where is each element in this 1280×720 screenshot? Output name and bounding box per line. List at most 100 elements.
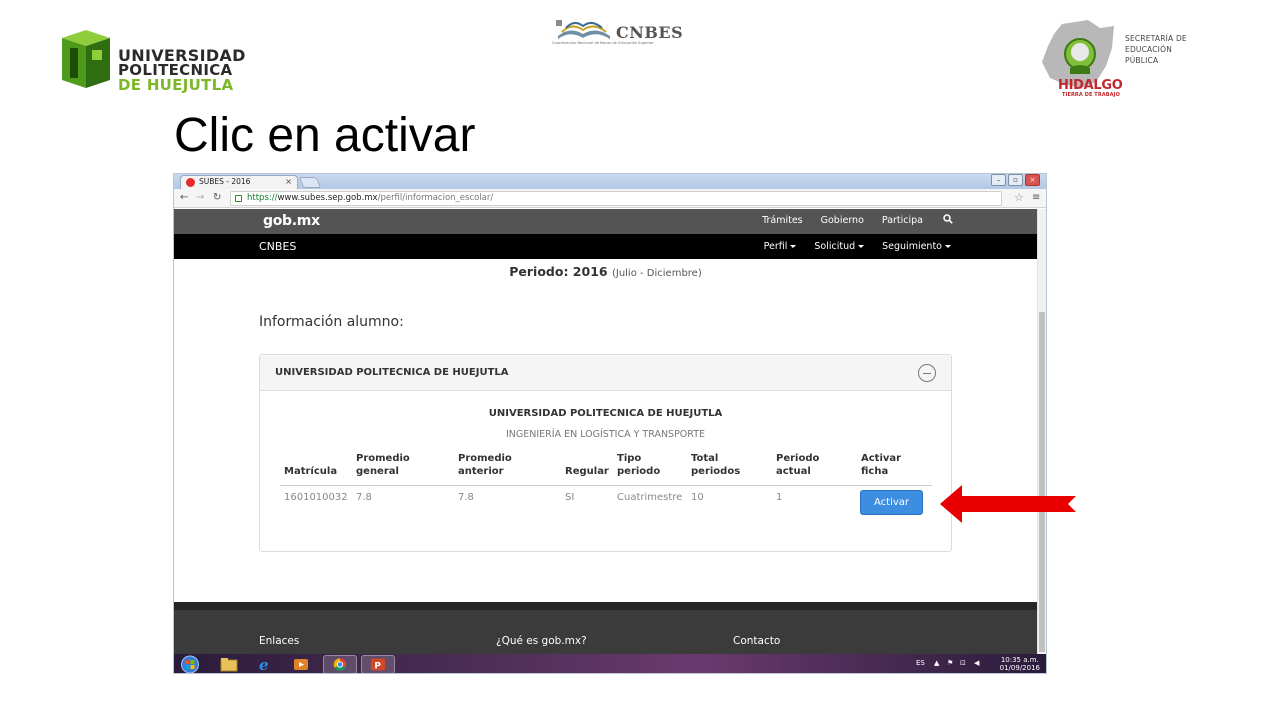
bookmark-star-icon[interactable]: ☆ — [1014, 191, 1024, 204]
chrome-icon[interactable] — [323, 655, 357, 674]
col-header-line2: general — [356, 466, 399, 477]
network-icon[interactable]: ⊡ — [960, 659, 966, 667]
new-tab-button[interactable] — [298, 177, 322, 188]
internet-explorer-icon[interactable]: e — [250, 655, 280, 674]
back-arrow-icon[interactable]: ← — [180, 192, 188, 204]
col-header-tipo-periodo: Tipo periodo — [617, 452, 660, 478]
red-pointer-arrow — [940, 485, 1076, 523]
cell-regular: SI — [565, 492, 575, 503]
col-header-total-periodos: Total periodos — [691, 452, 740, 478]
tab-close-icon[interactable]: × — [285, 176, 292, 188]
media-player-icon[interactable] — [286, 655, 316, 674]
hidalgo-sep-logo: HIDALGO TIERRA DE TRABAJO SECRETARÍA DE … — [1040, 18, 1190, 104]
col-header-line1: Activar — [861, 453, 902, 464]
gob-nav-links: Trámites Gobierno Participa — [762, 215, 951, 226]
maximize-button[interactable]: ▫ — [1008, 174, 1023, 186]
cell-matricula: 1601010032 — [284, 492, 348, 503]
cnbes-nav-links: Perfil Solicitud Seguimiento — [764, 241, 951, 252]
cnbes-logo-subtitle: Coordinación Nacional de Becas de Educac… — [552, 41, 654, 45]
col-header-promedio-anterior: Promedio anterior — [458, 452, 512, 478]
table-divider — [280, 485, 932, 486]
volume-icon[interactable]: ◀ — [974, 659, 979, 667]
search-icon[interactable] — [943, 214, 953, 224]
collapse-icon[interactable] — [918, 364, 936, 382]
gob-nav-item-tramites[interactable]: Trámites — [762, 215, 803, 226]
hidalgo-logo-tagline: TIERRA DE TRABAJO — [1062, 92, 1120, 98]
chevron-down-icon — [945, 245, 951, 248]
page-scrollbar[interactable] — [1037, 209, 1046, 655]
col-header-line1: Promedio — [356, 453, 410, 464]
windows-taskbar: e P ES ▲ ⚑ ⊡ ◀ 10:35 a.m. 01/09/2016 — [174, 654, 1046, 674]
address-bar[interactable]: https://www.subes.sep.gob.mx/perfil/info… — [230, 191, 1002, 206]
browser-toolbar: ← → ↻ https://www.subes.sep.gob.mx/perfi… — [174, 189, 1046, 208]
col-header-activar-ficha: Activar ficha — [861, 452, 901, 478]
col-header-matricula: Matrícula — [284, 452, 337, 478]
browser-tab-title: SUBES - 2016 — [199, 177, 251, 186]
menu-seguimiento-label: Seguimiento — [882, 241, 942, 252]
file-explorer-icon[interactable] — [214, 655, 244, 674]
menu-seguimiento[interactable]: Seguimiento — [882, 241, 951, 252]
browser-menu-icon[interactable]: ≡ — [1032, 192, 1040, 203]
browser-screenshot: SUBES - 2016 × – ▫ × ← → ↻ https://www.s… — [173, 173, 1047, 674]
cell-tipo-periodo: Cuatrimestre — [617, 492, 683, 503]
clock[interactable]: 10:35 a.m. 01/09/2016 — [1000, 656, 1040, 672]
forward-arrow-icon[interactable]: → — [196, 192, 204, 204]
cnbes-book-icon — [556, 20, 610, 39]
gob-brand[interactable]: gob.mx — [263, 213, 320, 229]
powerpoint-icon[interactable]: P — [361, 655, 395, 674]
menu-perfil-label: Perfil — [763, 241, 788, 252]
cnbes-nav-bar: CNBES Perfil Solicitud Seguimiento — [174, 234, 1037, 259]
cnbes-logo: CNBES Coordinación Nacional de Becas de … — [552, 16, 683, 50]
menu-perfil[interactable]: Perfil — [764, 241, 797, 252]
browser-tabbar: SUBES - 2016 × – ▫ × — [174, 174, 1046, 189]
periodo-label: Periodo: 2016 — [509, 264, 608, 279]
panel-title: UNIVERSIDAD POLITECNICA DE HUEJUTLA — [275, 367, 509, 378]
activar-button[interactable]: Activar — [860, 490, 923, 515]
clock-date: 01/09/2016 — [999, 664, 1040, 672]
close-window-button[interactable]: × — [1025, 174, 1040, 186]
scrollbar-thumb[interactable] — [1039, 312, 1045, 652]
cnbes-logo-name: CNBES — [616, 23, 684, 42]
col-header-line1 — [284, 452, 337, 465]
col-header-line1: Tipo — [617, 453, 642, 464]
upn-logo: UNIVERSIDAD POLITECNICA DE HUEJUTLA — [52, 26, 252, 94]
favicon-icon — [186, 178, 195, 187]
clock-time: 10:35 a.m. — [1000, 656, 1039, 664]
panel-header[interactable]: UNIVERSIDAD POLITECNICA DE HUEJUTLA — [260, 355, 951, 391]
col-header-line1: Total — [691, 453, 719, 464]
minimize-button[interactable]: – — [991, 174, 1006, 186]
col-header-line2: Regular — [565, 466, 609, 477]
col-header-promedio-general: Promedio general — [356, 452, 410, 478]
gob-nav-item-participa[interactable]: Participa — [882, 215, 923, 226]
sep-logo-text: SECRETARÍA DE EDUCACIÓN PÚBLICA — [1125, 34, 1187, 65]
page-footer: Enlaces ¿Qué es gob.mx? Contacto — [174, 602, 1037, 654]
cnbes-brand[interactable]: CNBES — [259, 240, 296, 253]
window-controls: – ▫ × — [991, 174, 1040, 186]
url-path: /perfil/informacion_escolar/ — [377, 193, 494, 203]
cell-promedio-anterior: 7.8 — [458, 492, 474, 503]
footer-link-que-es[interactable]: ¿Qué es gob.mx? — [496, 635, 587, 647]
url-scheme: https:// — [247, 193, 278, 203]
gob-nav-item-gobierno[interactable]: Gobierno — [821, 215, 864, 226]
browser-tab[interactable]: SUBES - 2016 × — [180, 175, 298, 189]
cell-promedio-general: 7.8 — [356, 492, 372, 503]
reload-icon[interactable]: ↻ — [213, 192, 221, 204]
language-indicator[interactable]: ES — [916, 659, 925, 667]
menu-solicitud[interactable]: Solicitud — [814, 241, 865, 252]
col-header-line2: periodo — [617, 466, 661, 477]
cell-total-periodos: 10 — [691, 492, 704, 503]
school-name: UNIVERSIDAD POLITECNICA DE HUEJUTLA — [488, 408, 723, 419]
footer-link-contacto[interactable]: Contacto — [733, 635, 780, 647]
svg-text:e: e — [259, 656, 269, 674]
start-button-icon[interactable] — [177, 655, 203, 674]
career-name: INGENIERÍA EN LOGÍSTICA Y TRANSPORTE — [505, 429, 705, 440]
hidalgo-logo-name: HIDALGO — [1058, 78, 1123, 93]
col-header-line2: actual — [776, 466, 811, 477]
footer-link-enlaces[interactable]: Enlaces — [259, 635, 299, 647]
flag-icon[interactable]: ⚑ — [947, 659, 953, 667]
upn-logo-mark — [62, 30, 110, 88]
col-header-line2: Matrícula — [284, 466, 338, 477]
menu-solicitud-label: Solicitud — [814, 241, 856, 252]
periodo-heading: Periodo: 2016 (Julio - Diciembre) — [174, 264, 1037, 279]
tray-chevron-icon[interactable]: ▲ — [934, 659, 939, 667]
